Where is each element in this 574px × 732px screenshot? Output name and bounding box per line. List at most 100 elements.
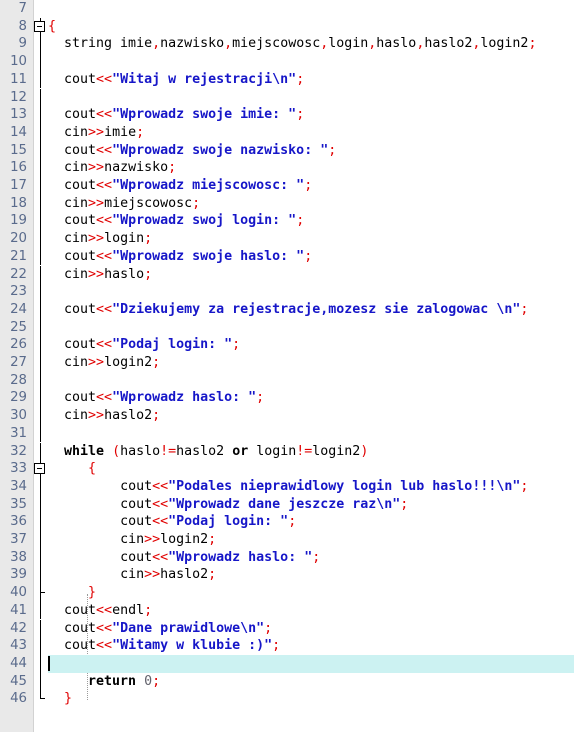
code-text[interactable]: cout<<"Dziekujemy za rejestracje,mozesz … [48, 301, 528, 319]
code-line[interactable]: 21 cout<<"Wprowadz swoje haslo: "; [0, 247, 574, 266]
code-line[interactable]: 40 } [0, 584, 574, 602]
code-text[interactable]: cout<<"Dane prawidlowe\n"; [48, 620, 272, 638]
code-text[interactable]: cin>>nazwisko; [48, 159, 176, 177]
code-line[interactable]: 9 string imie,nazwisko,miejscowosc,login… [0, 35, 574, 54]
code-text[interactable]: cout<<"Wprowadz swoje haslo: "; [48, 248, 312, 266]
code-line[interactable]: 20 cin>>login; [0, 230, 574, 248]
fold-marker-tick[interactable] [33, 584, 48, 602]
code-text[interactable]: cout<<"Witaj w rejestracji\n"; [48, 71, 304, 89]
fold-collapse-icon[interactable] [34, 20, 45, 32]
code-line[interactable]: 31 [0, 424, 574, 443]
fold-marker-open[interactable] [33, 17, 48, 36]
code-line[interactable]: 46 } [0, 690, 574, 708]
code-text[interactable]: cin>>miejscowosc; [48, 195, 200, 213]
code-text[interactable]: cout<<"Podaj login: "; [48, 336, 240, 354]
code-text[interactable]: return 0; [48, 673, 160, 691]
code-line[interactable]: 34 cout<<"Podales nieprawidlowy login lu… [0, 477, 574, 496]
code-line[interactable]: 17 cout<<"Wprowadz miejscowosc: "; [0, 177, 574, 195]
token-op: >> [88, 408, 105, 424]
code-text[interactable]: } [48, 584, 96, 602]
code-line[interactable]: 30 cin>>haslo2; [0, 407, 574, 425]
code-text[interactable]: cout<<"Wprowadz dane jeszcze raz\n"; [48, 496, 408, 514]
token-id: cin [120, 532, 145, 547]
code-line[interactable]: 26 cout<<"Podaj login: "; [0, 336, 574, 354]
code-line[interactable]: 43 cout<<"Witamy w klubie :)"; [0, 637, 574, 655]
line-number: 8 [18, 18, 27, 34]
code-line[interactable]: 8{ [0, 17, 574, 36]
code-line[interactable]: 38 cout<<"Wprowadz haslo: "; [0, 548, 574, 567]
fold-guide-cell [33, 283, 48, 301]
code-line[interactable]: 42 cout<<"Dane prawidlowe\n"; [0, 619, 574, 638]
code-line[interactable]: 10 [0, 53, 574, 71]
fold-guide-line [40, 88, 41, 107]
fold-marker-close[interactable] [33, 690, 48, 708]
code-line[interactable]: 29 cout<<"Wprowadz haslo: "; [0, 389, 574, 408]
code-line[interactable]: 15 cout<<"Wprowadz swoje nazwisko: "; [0, 141, 574, 160]
code-line[interactable]: 12 [0, 88, 574, 107]
code-line[interactable]: 13 cout<<"Wprowadz swoje imie: "; [0, 106, 574, 124]
fold-marker-open[interactable] [33, 460, 48, 478]
token-str: "Dziekujemy za rejestracje,mozesz sie za… [112, 301, 521, 317]
code-text[interactable]: cout<<"Podaj login: "; [48, 513, 296, 531]
code-text[interactable]: string imie,nazwisko,miejscowosc,login,h… [48, 35, 536, 53]
code-text[interactable]: { [48, 460, 96, 478]
code-line[interactable]: 41 cout<<endl; [0, 601, 574, 620]
code-text[interactable]: { [48, 18, 56, 36]
line-number: 36 [10, 514, 27, 530]
code-line[interactable]: 27 cin>>login2; [0, 354, 574, 372]
token-op: != [296, 443, 313, 459]
line-number: 39 [10, 567, 27, 583]
code-text[interactable]: cout<<"Podales nieprawidlowy login lub h… [48, 478, 528, 496]
code-text[interactable]: } [48, 690, 72, 708]
code-line[interactable]: 33 { [0, 460, 574, 478]
fold-guide-cell [33, 70, 48, 89]
code-line[interactable]: 19 cout<<"Wprowadz swoj login: "; [0, 212, 574, 231]
code-text[interactable]: cin>>login2; [48, 354, 160, 372]
code-text[interactable]: cin>>haslo2; [48, 566, 216, 584]
code-editor[interactable]: 7 8{9 string imie,nazwisko,miejscowosc,lo… [0, 0, 574, 732]
code-text[interactable]: cout<<"Wprowadz swoje imie: "; [48, 106, 304, 124]
code-line[interactable]: 25 [0, 318, 574, 337]
line-number: 7 [18, 1, 27, 16]
code-text[interactable]: cin>>login2; [48, 531, 216, 549]
code-line[interactable]: 11 cout<<"Witaj w rejestracji\n"; [0, 70, 574, 89]
code-text[interactable]: cin>>login; [48, 230, 152, 248]
code-text[interactable]: cin>>haslo; [48, 266, 152, 284]
code-text[interactable]: cin>>imie; [48, 124, 144, 142]
code-line[interactable]: 37 cin>>login2; [0, 531, 574, 549]
code-line[interactable]: 36 cout<<"Podaj login: "; [0, 513, 574, 531]
token-id: login2 [312, 443, 361, 459]
code-text[interactable]: cout<<"Wprowadz miejscowosc: "; [48, 177, 312, 195]
code-line[interactable]: 44 [0, 654, 574, 673]
code-text[interactable]: cin>>haslo2; [48, 407, 160, 425]
code-line[interactable]: 28 [0, 371, 574, 390]
code-text[interactable]: cout<<"Wprowadz haslo: "; [48, 389, 264, 407]
code-line[interactable]: 35 cout<<"Wprowadz dane jeszcze raz\n"; [0, 495, 574, 514]
fold-collapse-icon[interactable] [34, 463, 45, 475]
code-text[interactable]: cout<<"Wprowadz swoj login: "; [48, 212, 304, 230]
code-text[interactable]: while (haslo!=haslo2 or login!=login2) [48, 443, 368, 461]
code-line[interactable]: 32 while (haslo!=haslo2 or login!=login2… [0, 442, 574, 461]
code-text[interactable]: cout<<endl; [48, 602, 152, 620]
token-op: << [96, 390, 113, 406]
code-line[interactable]: 39 cin>>haslo2; [0, 566, 574, 585]
code-line[interactable]: 7 [0, 0, 574, 18]
code-text[interactable]: cout<<"Wprowadz haslo: "; [48, 549, 320, 567]
token-id: cout [64, 337, 97, 353]
token-op: ; [144, 231, 153, 247]
code-line[interactable]: 22 cin>>haslo; [0, 265, 574, 284]
code-line[interactable]: 14 cin>>imie; [0, 123, 574, 142]
fold-guide-cell [33, 407, 48, 425]
code-line[interactable]: 24 cout<<"Dziekujemy za rejestracje,moze… [0, 300, 574, 319]
fold-guide-cell [33, 247, 48, 266]
code-line[interactable]: 18 cin>>miejscowosc; [0, 194, 574, 213]
code-line[interactable]: 23 [0, 283, 574, 301]
code-line[interactable]: 16 cin>>nazwisko; [0, 159, 574, 177]
code-text[interactable]: cout<<"Witamy w klubie :)"; [48, 637, 280, 655]
code-text[interactable]: cout<<"Wprowadz swoje nazwisko: "; [48, 142, 336, 160]
code-line[interactable]: 45 return 0; [0, 672, 574, 691]
line-number: 31 [10, 425, 27, 441]
